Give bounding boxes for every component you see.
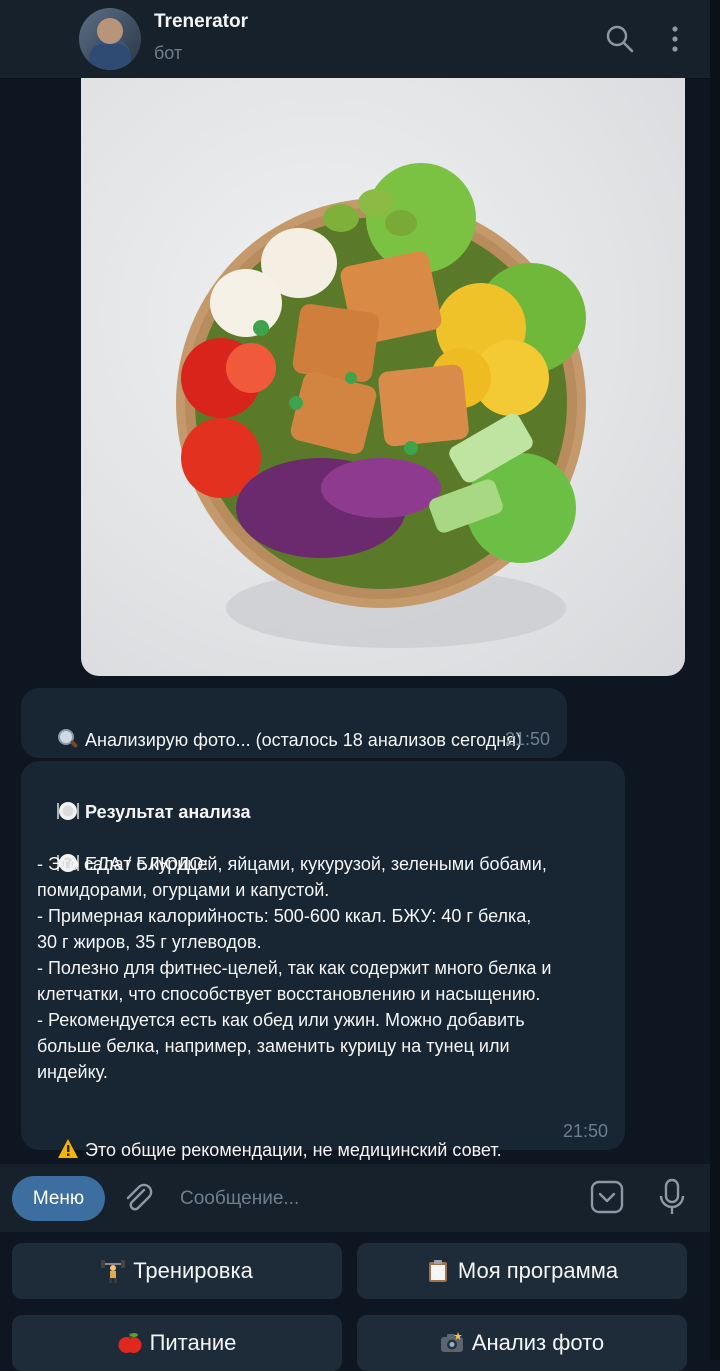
result-line: индейку. (37, 1062, 108, 1082)
microphone-icon[interactable] (656, 1178, 688, 1216)
clipboard-emoji-icon (428, 1260, 447, 1282)
weightlifter-emoji-icon (101, 1260, 126, 1283)
avatar-head (97, 18, 123, 44)
keyboard-button-label: Питание (149, 1330, 237, 1355)
message-time: 21:50 (563, 1121, 609, 1141)
result-line: - Это салат с курицей, яйцами, кукурузой… (37, 854, 547, 874)
salad-bowl-illustration (176, 163, 586, 648)
chat-header: Trenerator бот (0, 0, 710, 79)
keyboard-button-training[interactable]: Тренировка (12, 1243, 342, 1299)
scrollbar-track[interactable] (710, 0, 720, 1360)
food-photo[interactable] (81, 78, 685, 676)
avatar[interactable] (79, 8, 141, 70)
keyboard-button-label: Анализ фото (471, 1330, 605, 1355)
analyzing-message[interactable]: Анализирую фото... (осталось 18 анализов… (21, 688, 567, 758)
search-icon[interactable] (605, 24, 635, 54)
bot-status: бот (154, 43, 183, 63)
result-line: больше белка, например, заменить курицу … (37, 1036, 510, 1056)
camera-emoji-icon (440, 1332, 463, 1352)
attach-icon[interactable] (120, 1180, 156, 1216)
sticker-icon[interactable] (590, 1180, 624, 1214)
menu-button[interactable]: Меню (12, 1176, 105, 1221)
result-line: 30 г жиров, 35 г углеводов. (37, 932, 262, 952)
keyboard-button-my-program[interactable]: Моя программа (357, 1243, 687, 1299)
avatar-body (89, 44, 131, 70)
result-line: - Полезно для фитнес-целей, так как соде… (37, 958, 552, 978)
analysis-result-message[interactable]: Результат анализа ЕДА / БЛЮДО: - Это сал… (21, 761, 625, 1160)
magnifier-emoji-icon (58, 729, 78, 748)
message-input[interactable] (178, 1182, 582, 1216)
reply-keyboard: Тренировка Моя программа Питание Анализ … (0, 1232, 710, 1371)
result-line: - Рекомендуется есть как обед или ужин. … (37, 1010, 525, 1030)
apple-emoji-icon (118, 1333, 142, 1353)
bot-name[interactable]: Trenerator (154, 11, 248, 33)
keyboard-button-label: Моя программа (457, 1258, 619, 1283)
analyzing-text: Анализирую фото... (осталось 18 анализов… (85, 730, 522, 750)
result-line: помидорами, огурцами и капустой. (37, 880, 330, 900)
more-vertical-icon[interactable] (660, 24, 690, 54)
warning-text: Это общие рекомендации, не медицинский с… (85, 1140, 502, 1160)
warning-emoji-icon (58, 1139, 79, 1158)
keyboard-button-photo-analysis[interactable]: Анализ фото (357, 1315, 687, 1371)
message-composer: Меню (0, 1164, 710, 1232)
result-line: - Примерная калорийность: 500-600 ккал. … (37, 906, 532, 926)
plate-emoji-icon (57, 802, 80, 820)
keyboard-button-nutrition[interactable]: Питание (12, 1315, 342, 1371)
keyboard-button-label: Тренировка (133, 1258, 253, 1283)
result-line: клетчатки, что способствует восстановлен… (37, 984, 541, 1004)
result-title: Результат анализа (85, 802, 251, 822)
message-time: 21:50 (505, 729, 551, 749)
